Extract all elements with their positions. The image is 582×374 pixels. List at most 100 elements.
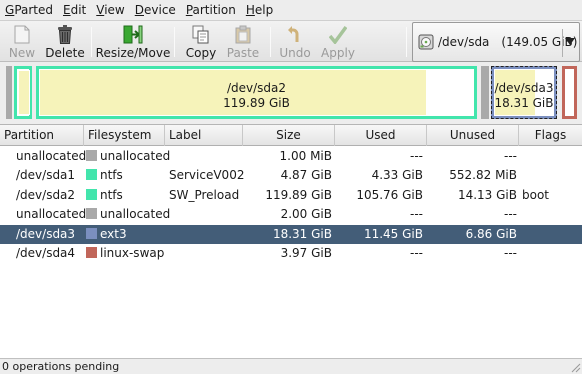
copy-button-label: Copy xyxy=(185,46,217,60)
cell-flags xyxy=(522,225,580,244)
column-label[interactable]: Label xyxy=(165,125,243,146)
toolbar: New Delete Resize/Move Copy Paste Undo A… xyxy=(0,20,582,62)
delete-button-label: Delete xyxy=(45,46,85,60)
cell-partition-text: unallocated xyxy=(16,207,87,222)
toolbar-separator xyxy=(174,27,175,57)
cell-filesystem-text: ntfs xyxy=(100,187,123,202)
paste-icon xyxy=(233,24,253,44)
cell-flags xyxy=(522,205,580,224)
cell-unused-text: --- xyxy=(504,207,517,222)
table-row[interactable]: unallocated unallocated 2.00 GiB --- --- xyxy=(0,205,582,224)
diskmap-sda1[interactable] xyxy=(14,66,32,119)
cell-used-text: 105.76 GiB xyxy=(356,187,423,202)
filesystem-color-swatch xyxy=(86,169,97,181)
cell-used: 105.76 GiB xyxy=(335,186,423,205)
menu-partition[interactable]: Partition xyxy=(181,0,241,20)
column-size[interactable]: Size xyxy=(243,125,335,146)
apply-button-label: Apply xyxy=(321,46,355,60)
filesystem-color-swatch xyxy=(86,227,97,239)
cell-size: 119.89 GiB xyxy=(243,186,332,205)
column-used[interactable]: Used xyxy=(335,125,427,146)
status-text: 0 operations pending xyxy=(2,360,120,373)
toolbar-separator xyxy=(406,27,407,57)
menu-gparted-mnemonic: G xyxy=(5,3,15,17)
cell-label: ServiceV002 xyxy=(169,166,245,185)
table-row[interactable]: unallocated unallocated 1.00 MiB --- --- xyxy=(0,147,582,166)
cell-used: 4.33 GiB xyxy=(335,166,423,185)
cell-filesystem-text: linux-swap xyxy=(100,246,165,260)
filesystem-color-swatch xyxy=(86,150,97,161)
menu-help-mnemonic: H xyxy=(245,3,255,17)
cell-label xyxy=(169,205,243,224)
resize-move-button-label: Resize/Move xyxy=(95,46,171,60)
undo-icon xyxy=(285,24,305,44)
delete-button[interactable]: Delete xyxy=(44,23,86,61)
new-button[interactable]: New xyxy=(6,23,38,61)
cell-label xyxy=(169,244,243,263)
cell-used: --- xyxy=(335,147,423,166)
cell-partition-text: /dev/sda4 xyxy=(16,246,76,260)
menu-edit-label: dit xyxy=(70,3,87,17)
cell-filesystem: unallocated xyxy=(86,147,170,166)
menu-device[interactable]: Device xyxy=(130,0,181,20)
cell-flags xyxy=(522,244,580,263)
menu-partition-mnemonic: P xyxy=(185,3,193,17)
table-row[interactable]: /dev/sda1 ntfs ServiceV002 4.87 GiB 4.33 GiB… xyxy=(0,166,582,185)
menu-edit[interactable]: Edit xyxy=(58,0,91,20)
undo-button[interactable]: Undo xyxy=(278,23,312,61)
table-row[interactable]: /dev/sda3 ext3 18.31 GiB 11.45 GiB 6.86 GiB xyxy=(0,224,582,244)
cell-partition: /dev/sda2 xyxy=(16,186,84,205)
diskmap-unallocated-1[interactable] xyxy=(6,66,12,119)
diskmap-sda3-name: /dev/sda3 xyxy=(494,81,554,95)
table-row[interactable]: /dev/sda2 ntfs SW_Preload 119.89 GiB 105.76 … xyxy=(0,186,582,205)
cell-used-text: 4.33 GiB xyxy=(371,168,423,183)
dropdown-separator xyxy=(562,29,563,57)
cell-unused-text: --- xyxy=(504,149,517,163)
menu-gparted[interactable]: GParted xyxy=(0,0,58,20)
column-unused[interactable]: Unused xyxy=(427,125,519,146)
cell-unused: 14.13 GiB xyxy=(427,186,517,205)
resize-move-button[interactable]: Resize/Move xyxy=(95,23,171,61)
cell-size: 3.97 GiB xyxy=(243,244,332,263)
diskmap-sda2-size: 119.89 GiB xyxy=(223,96,290,110)
copy-button[interactable]: Copy xyxy=(184,23,218,61)
menu-device-mnemonic: D xyxy=(134,3,144,17)
cell-unused: 6.86 GiB xyxy=(427,225,517,244)
filesystem-color-swatch xyxy=(86,188,97,200)
diskmap-sda4[interactable] xyxy=(562,66,577,119)
paste-button[interactable]: Paste xyxy=(224,23,262,61)
resize-grip-icon[interactable] xyxy=(569,361,581,373)
device-name: /dev/sda xyxy=(438,35,490,49)
diskmap-sda2-name: /dev/sda2 xyxy=(226,81,287,95)
cell-used-text: --- xyxy=(410,246,423,260)
cell-filesystem: linux-swap xyxy=(86,244,165,263)
cell-filesystem: ext3 xyxy=(86,225,165,244)
cell-partition-text: /dev/sda1 xyxy=(16,168,76,183)
menu-gparted-label: Parted xyxy=(14,3,54,17)
undo-button-label: Undo xyxy=(279,46,311,60)
diskmap-sda3[interactable]: /dev/sda3 18.31 GiB xyxy=(491,66,557,119)
column-flags[interactable]: Flags xyxy=(519,125,582,146)
diskmap-sda1-used xyxy=(18,70,30,115)
cell-size: 2.00 GiB xyxy=(243,205,332,224)
menu-edit-mnemonic: E xyxy=(63,3,71,17)
menu-view[interactable]: View xyxy=(91,0,129,20)
resize-move-icon xyxy=(123,24,143,44)
apply-button[interactable]: Apply xyxy=(320,23,356,61)
cell-partition: /dev/sda4 xyxy=(16,244,84,263)
column-partition[interactable]: Partition xyxy=(0,125,84,146)
cell-unused-text: 14.13 GiB xyxy=(457,187,517,202)
chevron-down-icon xyxy=(565,38,575,45)
cell-filesystem-text: ext3 xyxy=(100,226,127,241)
cell-flags xyxy=(522,147,580,166)
column-filesystem[interactable]: Filesystem xyxy=(84,125,165,146)
device-selector[interactable]: /dev/sda (149.05 GiB) xyxy=(412,22,580,62)
menu-help[interactable]: Help xyxy=(241,0,278,20)
diskmap-sda2[interactable]: /dev/sda2 119.89 GiB xyxy=(36,66,477,119)
cell-unused-text: 6.86 GiB xyxy=(465,226,517,241)
cell-size: 18.31 GiB xyxy=(243,225,332,244)
table-row[interactable]: /dev/sda4 linux-swap 3.97 GiB --- --- xyxy=(0,244,582,263)
cell-label-text: ServiceV002 xyxy=(169,168,245,183)
cell-size-text: 4.87 GiB xyxy=(280,168,332,183)
diskmap-unallocated-2[interactable] xyxy=(481,66,489,119)
